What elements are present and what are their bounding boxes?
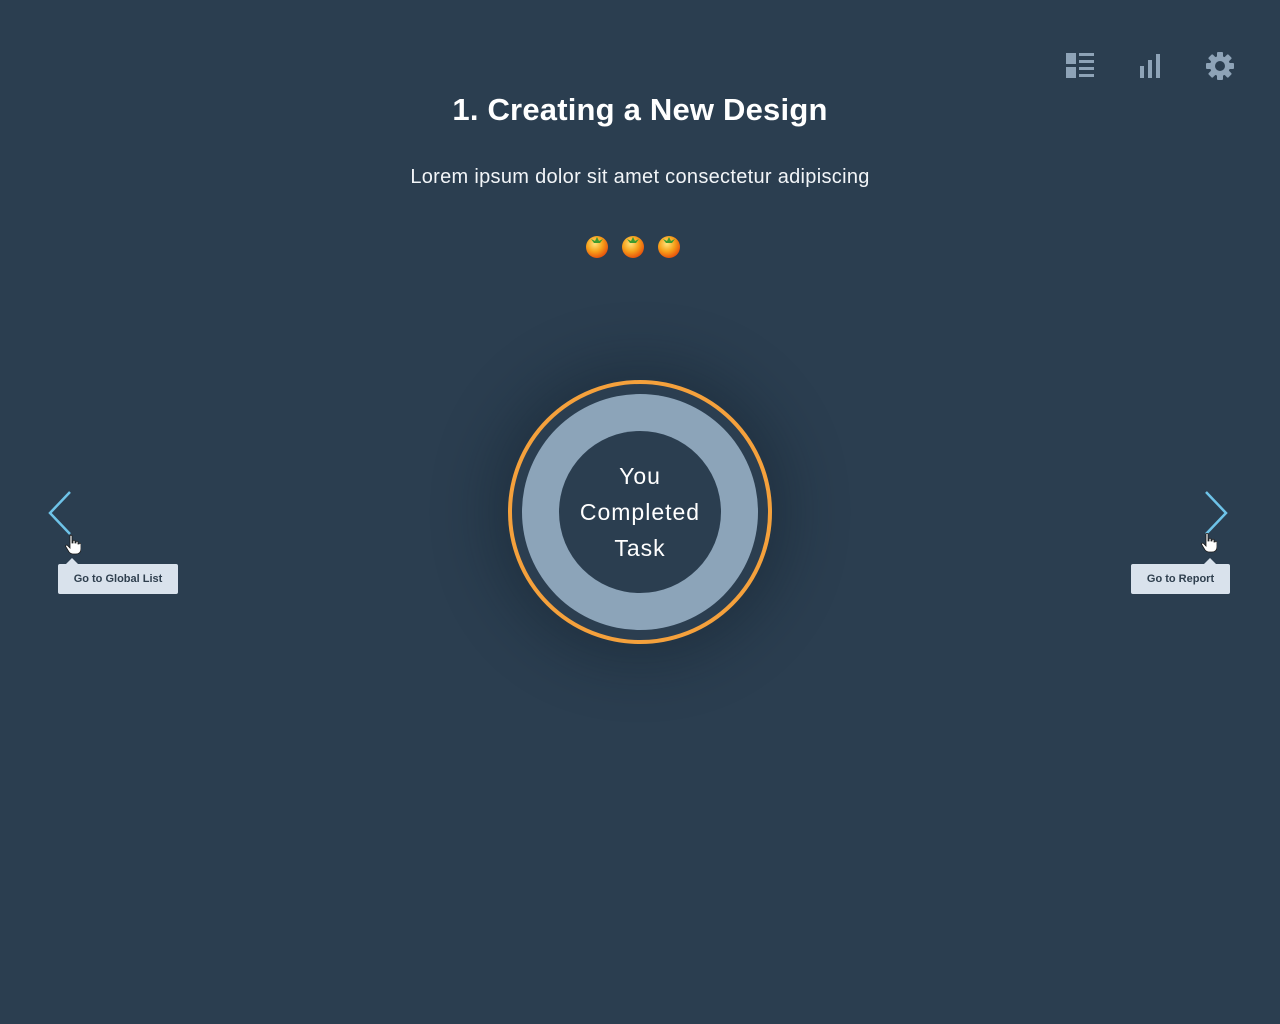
next-button[interactable]: [1202, 490, 1230, 536]
tomato-rating: [584, 233, 696, 259]
completion-line-3: Task: [614, 535, 666, 561]
tomato-icon: [586, 236, 608, 258]
bar-chart-icon: [1140, 54, 1160, 78]
report-button[interactable]: [1134, 50, 1166, 82]
hand-pointer-icon: [1201, 533, 1217, 553]
hand-pointer-icon: [65, 535, 81, 555]
tomato-icon: [658, 236, 680, 258]
tomato-icon: [622, 236, 644, 258]
completion-line-1: You: [619, 463, 661, 489]
settings-button[interactable]: [1204, 50, 1236, 82]
top-toolbar: [1064, 50, 1236, 82]
completion-message: You Completed Task: [559, 431, 721, 593]
completion-indicator: You Completed Task: [508, 380, 772, 644]
gear-icon: [1206, 52, 1234, 80]
list-icon: [1066, 53, 1094, 78]
page-subtitle: Lorem ipsum dolor sit amet consectetur a…: [410, 166, 870, 188]
chevron-left-icon: [48, 491, 71, 535]
prev-tooltip: Go to Global List: [58, 558, 178, 594]
chevron-right-icon: [1205, 491, 1228, 535]
page-title: 1. Creating a New Design: [452, 92, 828, 127]
next-tooltip: Go to Report: [1131, 558, 1230, 594]
prev-button[interactable]: [46, 490, 74, 536]
list-view-button[interactable]: [1064, 50, 1096, 82]
completion-line-2: Completed: [579, 499, 701, 525]
